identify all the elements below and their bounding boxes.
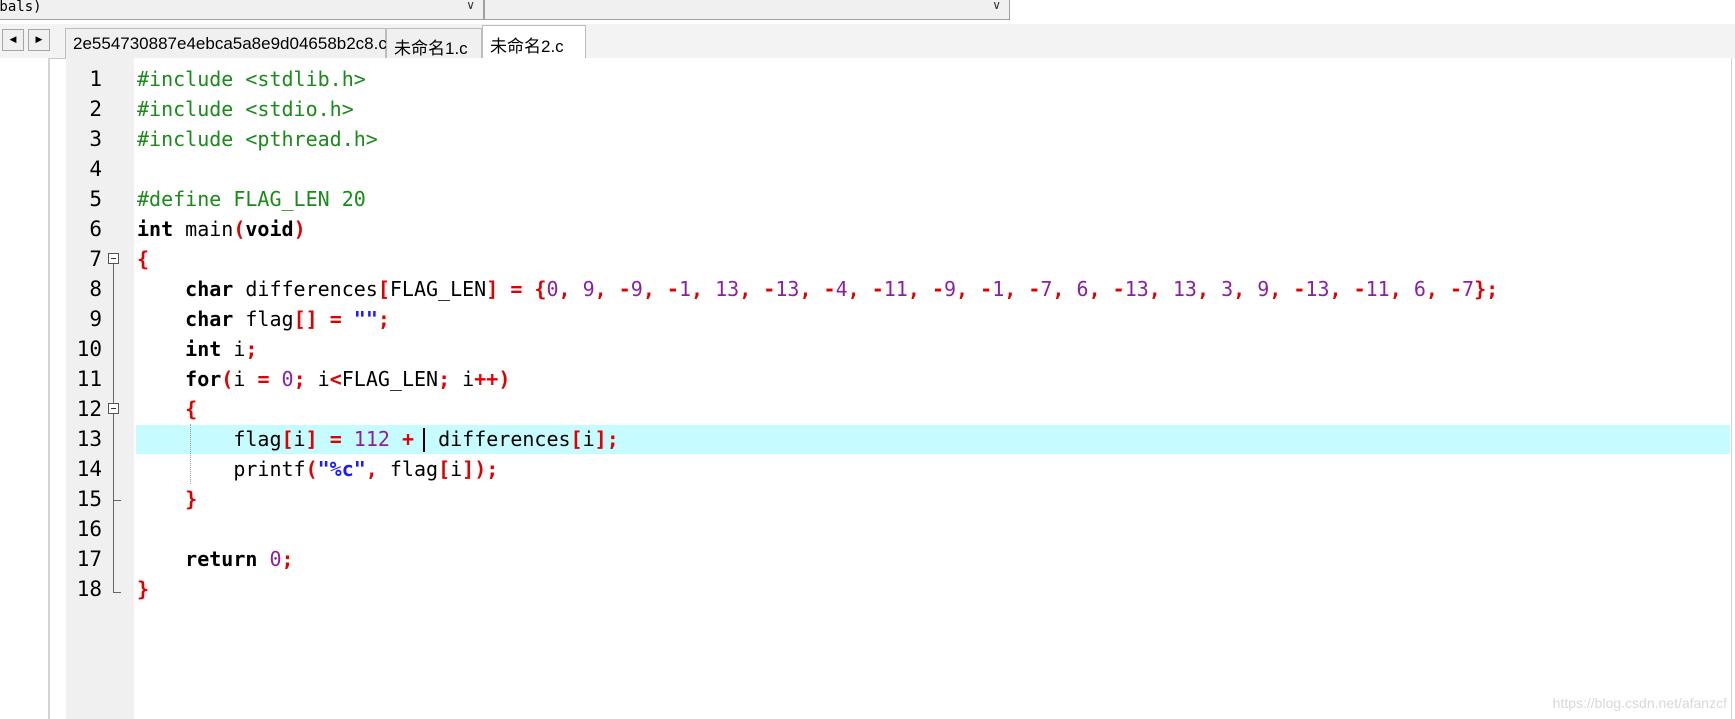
- text-cursor: [423, 428, 425, 452]
- code-line[interactable]: #include <stdlib.h>: [137, 64, 366, 94]
- line-number: 4: [89, 157, 102, 181]
- line-number: 15: [76, 487, 102, 511]
- code-line[interactable]: int main(void): [137, 214, 306, 244]
- line-number: 7: [89, 247, 102, 271]
- line-number: 17: [76, 547, 102, 571]
- code-line[interactable]: }: [137, 484, 197, 514]
- scope-dropdown[interactable]: obals) ∨: [0, 0, 484, 20]
- tab-untitled-1[interactable]: 未命名1.c: [386, 28, 482, 58]
- side-panel: [0, 58, 50, 719]
- line-number: 6: [89, 217, 102, 241]
- line-number: 11: [76, 367, 102, 391]
- line-number: 14: [76, 457, 102, 481]
- code-line[interactable]: #include <stdio.h>: [137, 94, 354, 124]
- code-line[interactable]: int i;: [137, 334, 257, 364]
- line-number: 18: [76, 577, 102, 601]
- fold-end-marker: [113, 592, 121, 593]
- tab-bar: ◀ ▶ 2e554730887e4ebca5a8e9d04658b2c8.c 未…: [0, 24, 1735, 59]
- fold-line: [113, 264, 114, 592]
- code-line[interactable]: #include <pthread.h>: [137, 124, 378, 154]
- code-line[interactable]: #define FLAG_LEN 20: [137, 184, 366, 214]
- scope-dropdown-value: obals): [0, 0, 42, 15]
- symbol-dropdown[interactable]: ∨: [484, 0, 1010, 20]
- tab-scroll-right-button[interactable]: ▶: [28, 29, 50, 51]
- chevron-down-icon[interactable]: ∨: [992, 0, 1001, 12]
- editor-border: [1731, 58, 1732, 719]
- watermark: https://blog.csdn.net/afanzcf: [1552, 695, 1727, 711]
- line-number: 8: [89, 277, 102, 301]
- line-number: 5: [89, 187, 102, 211]
- tab-scroll-left-button[interactable]: ◀: [2, 29, 24, 51]
- line-number: 10: [76, 337, 102, 361]
- code-line[interactable]: }: [137, 574, 149, 604]
- line-number: 2: [89, 97, 102, 121]
- code-line[interactable]: char differences[FLAG_LEN] = {0, 9, -9, …: [137, 274, 1498, 304]
- tab-untitled-2[interactable]: 未命名2.c: [482, 25, 586, 59]
- code-line[interactable]: {: [137, 244, 149, 274]
- fold-end-marker: [113, 500, 121, 501]
- line-number: 9: [89, 307, 102, 331]
- line-number: 13: [76, 427, 102, 451]
- triangle-left-icon: ◀: [9, 35, 17, 45]
- line-number: 12: [76, 397, 102, 421]
- chevron-down-icon[interactable]: ∨: [466, 0, 475, 12]
- triangle-right-icon: ▶: [35, 35, 43, 45]
- toolbar: obals) ∨ ∨: [0, 0, 1735, 24]
- tab-file-hash[interactable]: 2e554730887e4ebca5a8e9d04658b2c8.c: [65, 28, 387, 58]
- code-line[interactable]: for(i = 0; i<FLAG_LEN; i++): [137, 364, 510, 394]
- code-line[interactable]: printf("%c", flag[i]);: [137, 454, 498, 484]
- line-number: 16: [76, 517, 102, 541]
- code-line[interactable]: return 0;: [137, 544, 293, 574]
- line-number: 3: [89, 127, 102, 151]
- code-line[interactable]: flag[i] = 112 + differences[i];: [137, 424, 618, 454]
- fold-collapse-icon[interactable]: [108, 253, 119, 264]
- code-line[interactable]: char flag[] = "";: [137, 304, 390, 334]
- line-number: 1: [89, 67, 102, 91]
- fold-collapse-icon[interactable]: [108, 403, 119, 414]
- code-line[interactable]: {: [137, 394, 197, 424]
